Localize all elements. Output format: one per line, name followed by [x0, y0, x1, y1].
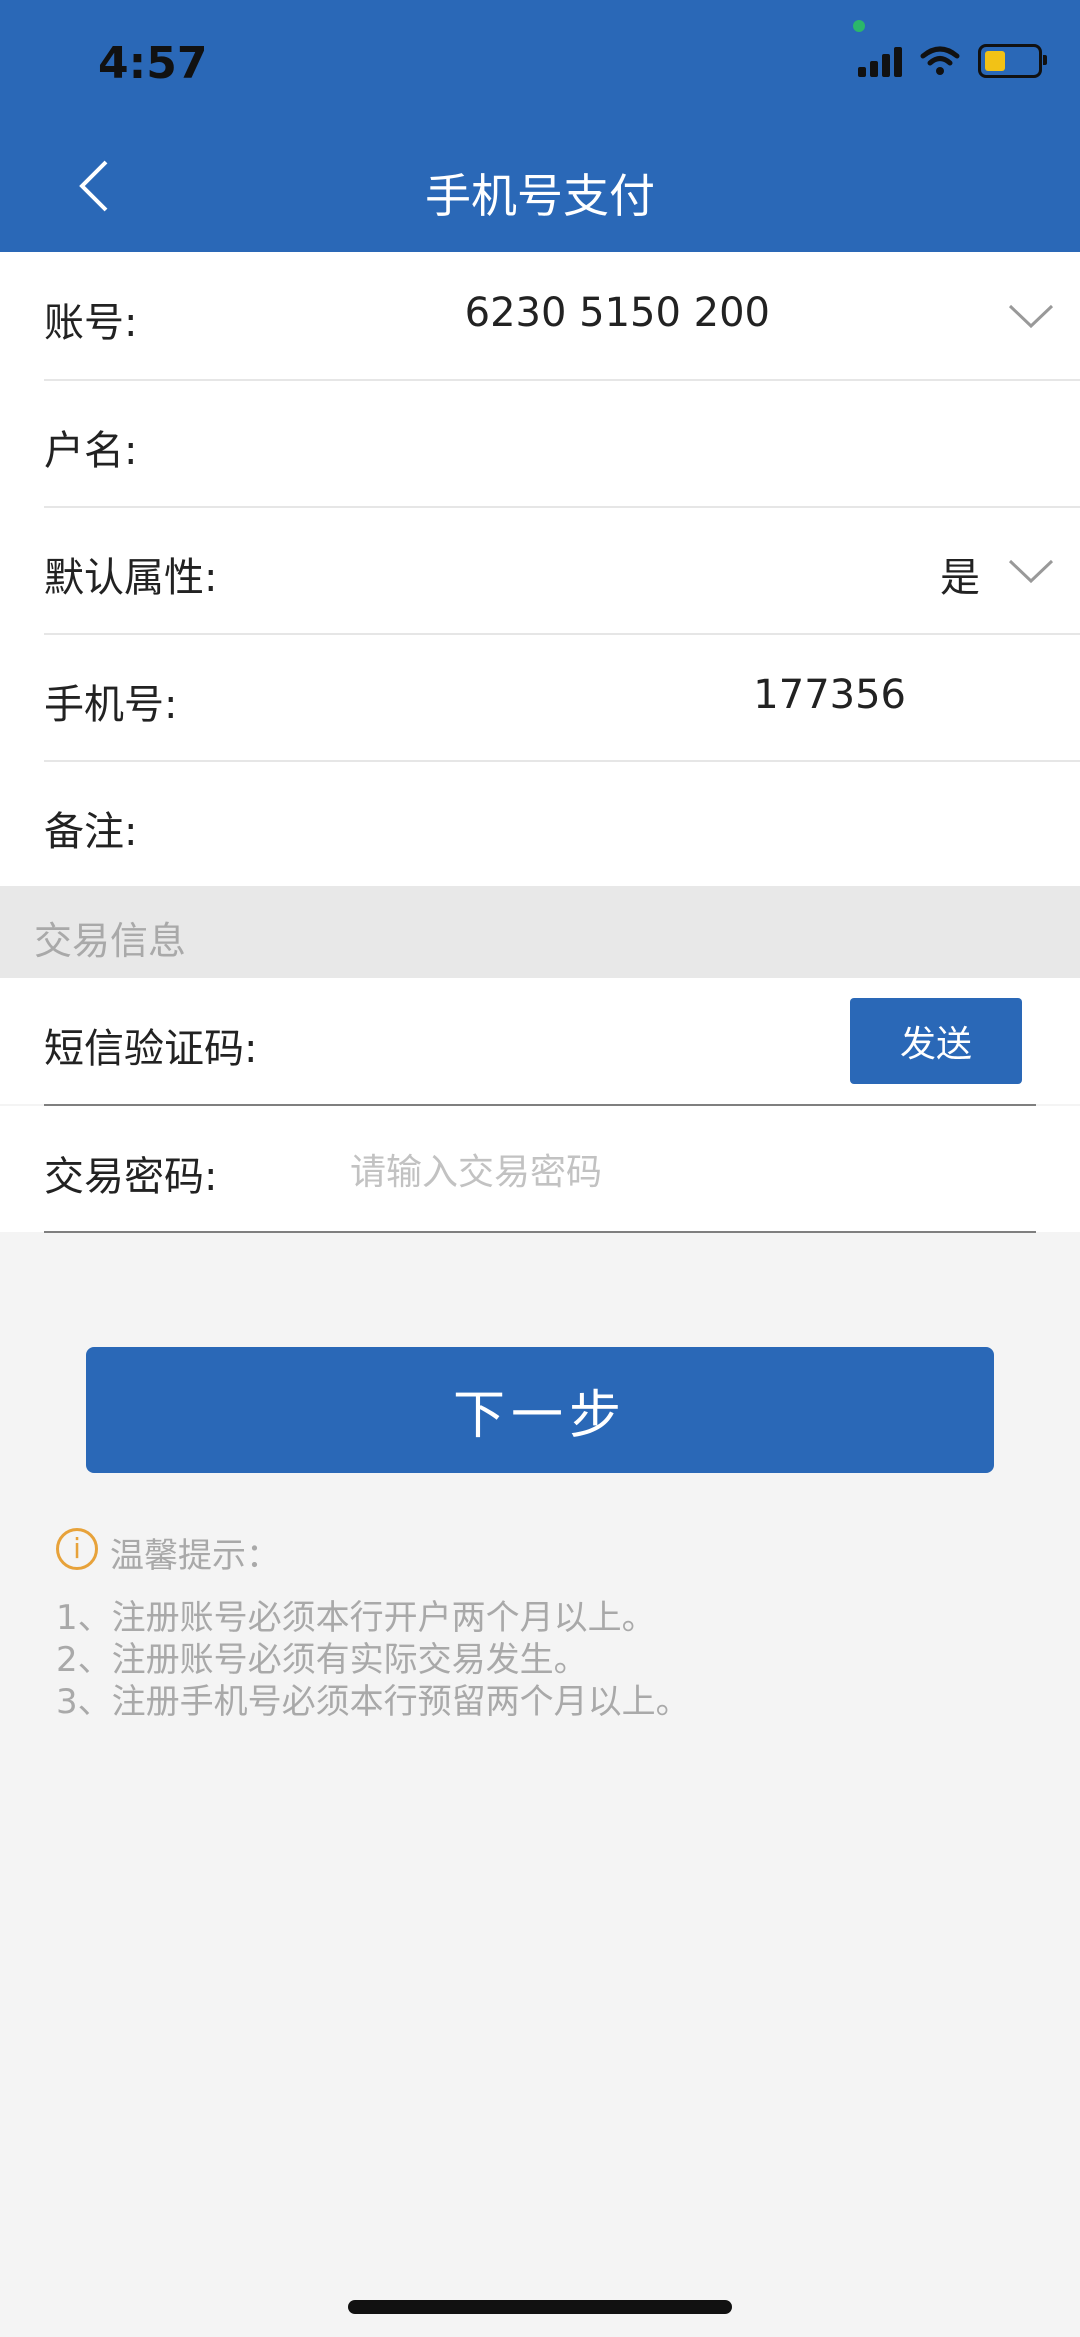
transaction-password-label: 交易密码:	[44, 1154, 218, 1200]
default-property-label: 默认属性:	[44, 555, 218, 601]
tip-item: 3、注册手机号必须本行预留两个月以上。	[56, 1682, 690, 1722]
name-row: 户名:	[0, 380, 1080, 507]
next-step-button[interactable]: 下一步	[86, 1347, 994, 1473]
tips-title: 温馨提示：	[110, 1536, 280, 1576]
phone-label: 手机号:	[44, 682, 178, 728]
chevron-down-icon[interactable]	[1008, 302, 1054, 332]
name-label: 户名:	[44, 428, 138, 474]
send-code-button[interactable]: 发送	[850, 998, 1022, 1084]
transaction-section-header: 交易信息	[0, 886, 1080, 978]
account-row[interactable]: 账号: 6230 5150 200	[0, 252, 1080, 379]
divider	[44, 1231, 1036, 1233]
default-property-value: 是	[940, 555, 980, 601]
section-title: 交易信息	[34, 919, 187, 963]
sms-code-label: 短信验证码:	[44, 1026, 258, 1072]
status-icons	[858, 44, 1047, 78]
home-indicator	[348, 2300, 732, 2314]
battery-icon	[978, 44, 1047, 78]
status-time: 4:57	[98, 38, 208, 89]
wifi-icon	[920, 46, 960, 75]
account-label: 账号:	[44, 300, 138, 346]
remark-row: 备注:	[0, 761, 1080, 888]
app-header: 4:57 手机号支付	[0, 0, 1080, 252]
transaction-password-input[interactable]	[348, 1146, 1002, 1198]
phone-row: 手机号: 177356	[0, 634, 1080, 761]
default-property-row[interactable]: 默认属性: 是	[0, 507, 1080, 634]
account-info-panel: 账号: 6230 5150 200 户名: 默认属性: 是 手机号: 17735…	[0, 252, 1080, 886]
phone-value: 177356	[753, 672, 906, 718]
account-value: 6230 5150 200	[464, 290, 770, 336]
page-title: 手机号支付	[425, 169, 655, 223]
signal-icon	[858, 45, 902, 77]
remark-label: 备注:	[44, 809, 138, 855]
camera-indicator-icon	[853, 20, 865, 32]
chevron-down-icon[interactable]	[1008, 557, 1054, 587]
info-icon: i	[56, 1528, 98, 1570]
